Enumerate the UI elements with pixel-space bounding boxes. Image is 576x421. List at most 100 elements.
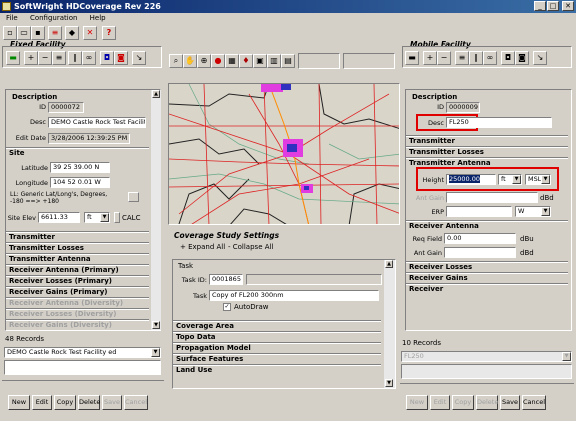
pan-hand-icon[interactable]: ✋	[183, 54, 197, 68]
fixed-section-rx-losses-diversity[interactable]: Receiver Losses (Diversity)	[6, 308, 149, 318]
rx-ant-gain-field[interactable]	[444, 247, 516, 258]
layers-icon[interactable]: ▤	[281, 54, 295, 68]
fixed-remove-icon[interactable]: −	[38, 51, 52, 65]
mobile-section-receiver-losses[interactable]: Receiver Losses	[406, 261, 568, 271]
mobile-copy-button[interactable]: Copy	[452, 395, 474, 410]
mobile-tool-icon[interactable]: ↘	[533, 51, 547, 65]
mobile-section-transmitter[interactable]: Transmitter	[406, 135, 568, 145]
height-ref-select[interactable]: MSL ▼	[525, 174, 551, 185]
fixed-section-transmitter-losses[interactable]: Transmitter Losses	[6, 242, 149, 252]
collapse-all-link[interactable]: - Collapse All	[228, 243, 273, 251]
study-section-coverage-area[interactable]: Coverage Area	[173, 320, 381, 330]
mobile-new-button[interactable]: New	[406, 395, 428, 410]
mobile-facility-list[interactable]	[401, 364, 572, 379]
minimize-button[interactable]: _	[534, 1, 546, 11]
fixed-section-rx-gains-primary[interactable]: Receiver Gains (Primary)	[6, 286, 149, 296]
fixed-section-rx-gains-diversity[interactable]: Receiver Gains (Diversity)	[6, 319, 149, 329]
fixed-facility-select[interactable]: DEMO Castle Rock Test Facility ed ▼	[4, 347, 161, 358]
color-wheel-icon[interactable]: ●	[211, 54, 225, 68]
tools-icon[interactable]: ◆	[65, 26, 79, 40]
mobile-columns-icon[interactable]: ∥	[469, 51, 483, 65]
longitude-field[interactable]: 104 52 0.01 W	[50, 177, 110, 188]
fixed-new-button[interactable]: New	[8, 395, 30, 410]
chart-icon[interactable]: ≡	[48, 26, 62, 40]
study-section-land-use[interactable]: Land Use	[173, 364, 381, 374]
mobile-save-button[interactable]: Save	[500, 395, 520, 410]
mobile-rx-antenna-header[interactable]: Receiver Antenna	[406, 220, 568, 230]
site-elev-unit-select[interactable]: ft ▼	[84, 212, 110, 223]
fixed-section-rx-antenna-primary[interactable]: Receiver Antenna (Primary)	[6, 264, 149, 274]
mobile-export-icon[interactable]: ◙	[515, 51, 529, 65]
scroll-up-arrow[interactable]: ▲	[152, 90, 160, 98]
mobile-section-receiver-gains[interactable]: Receiver Gains	[406, 272, 568, 282]
site-elev-field[interactable]: 6611.33	[38, 212, 80, 223]
mobile-import-icon[interactable]: ◘	[501, 51, 515, 65]
calendar-icon[interactable]: ▣	[253, 54, 267, 68]
fixed-save-button[interactable]: Save	[102, 395, 122, 410]
scroll-up-arrow[interactable]: ▲	[385, 260, 393, 268]
calc-toggle[interactable]	[114, 212, 120, 223]
scroll-down-arrow[interactable]: ▼	[152, 321, 160, 329]
fixed-import-icon[interactable]: ◘	[100, 51, 114, 65]
fixed-delete-button[interactable]: Delete	[78, 395, 100, 410]
mobile-layout-icon[interactable]: ▬	[405, 51, 419, 65]
fixed-copy-button[interactable]: Copy	[54, 395, 76, 410]
close-button[interactable]: ✕	[562, 1, 574, 11]
open-folder-icon[interactable]: ▭	[17, 26, 31, 40]
study-scrollbar[interactable]: ▲ ▼	[384, 260, 395, 388]
expand-all-link[interactable]: + Expand All	[180, 243, 225, 251]
autodraw-checkbox[interactable]: ✓	[223, 303, 231, 311]
map-tool-field-1[interactable]	[298, 53, 340, 69]
map-tool-field-2[interactable]	[343, 53, 395, 69]
coverage-map[interactable]	[168, 83, 400, 225]
delete-x-icon[interactable]: ✕	[83, 26, 97, 40]
save-disk-icon[interactable]: ▪	[31, 26, 45, 40]
mobile-cancel-button[interactable]: Cancel	[522, 395, 546, 410]
erp-unit-select[interactable]: W ▼	[515, 206, 551, 217]
maximize-button[interactable]: □	[547, 1, 559, 11]
map-canvas[interactable]	[169, 84, 400, 225]
pin-icon[interactable]: ♦	[239, 54, 253, 68]
new-file-icon[interactable]: ▫	[3, 26, 17, 40]
fixed-layout-icon[interactable]: ▬	[6, 51, 20, 65]
req-field-input[interactable]: 0.00	[444, 233, 516, 244]
fixed-export-icon[interactable]: ◙	[114, 51, 128, 65]
mobile-delete-button[interactable]: Delete	[476, 395, 498, 410]
erp-field[interactable]	[446, 206, 512, 217]
study-section-surface-features[interactable]: Surface Features	[173, 353, 381, 363]
mobile-binoculars-icon[interactable]: ∞	[483, 51, 497, 65]
height-field[interactable]: 25000.00	[446, 174, 496, 185]
scroll-down-arrow[interactable]: ▼	[385, 379, 393, 387]
fixed-form-scrollbar[interactable]: ▲ ▼	[151, 90, 161, 330]
task-name-field[interactable]: Copy of FL200 300nm	[209, 290, 379, 301]
magnify-icon[interactable]: ⊕	[197, 54, 211, 68]
mobile-add-icon[interactable]: +	[423, 51, 437, 65]
fixed-site-header[interactable]: Site	[6, 147, 149, 157]
latlong-format-button[interactable]	[128, 192, 139, 202]
grid-icon[interactable]: ▦	[225, 54, 239, 68]
fixed-binoculars-icon[interactable]: ∞	[82, 51, 96, 65]
fixed-tool-icon[interactable]: ↘	[132, 51, 146, 65]
mobile-facility-select[interactable]: FL250 ▼	[401, 351, 572, 362]
mobile-desc-field[interactable]: FL250	[446, 117, 552, 128]
menu-configuration[interactable]: Configuration	[30, 14, 77, 22]
study-section-topo-data[interactable]: Topo Data	[173, 331, 381, 341]
fixed-section-transmitter-antenna[interactable]: Transmitter Antenna	[6, 253, 149, 263]
mobile-edit-button[interactable]: Edit	[430, 395, 450, 410]
zoom-icon[interactable]: ⌕	[169, 54, 183, 68]
mobile-section-transmitter-antenna[interactable]: Transmitter Antenna	[406, 157, 568, 167]
mobile-section-receiver[interactable]: Receiver	[406, 283, 568, 293]
ant-gain-field[interactable]	[446, 192, 538, 203]
study-section-propagation-model[interactable]: Propagation Model	[173, 342, 381, 352]
mobile-list-icon[interactable]: ≡	[455, 51, 469, 65]
mobile-section-transmitter-losses[interactable]: Transmitter Losses	[406, 146, 568, 156]
fixed-section-rx-losses-primary[interactable]: Receiver Losses (Primary)	[6, 275, 149, 285]
mobile-remove-icon[interactable]: −	[437, 51, 451, 65]
help-question-icon[interactable]: ?	[102, 26, 116, 40]
fixed-cancel-button[interactable]: Cancel	[124, 395, 148, 410]
fixed-add-icon[interactable]: +	[24, 51, 38, 65]
menu-help[interactable]: Help	[90, 14, 106, 22]
menu-file[interactable]: File	[6, 14, 18, 22]
fixed-desc-field[interactable]: DEMO Castle Rock Test Facilit	[48, 117, 146, 128]
latitude-field[interactable]: 39 25 39.00 N	[50, 162, 110, 173]
